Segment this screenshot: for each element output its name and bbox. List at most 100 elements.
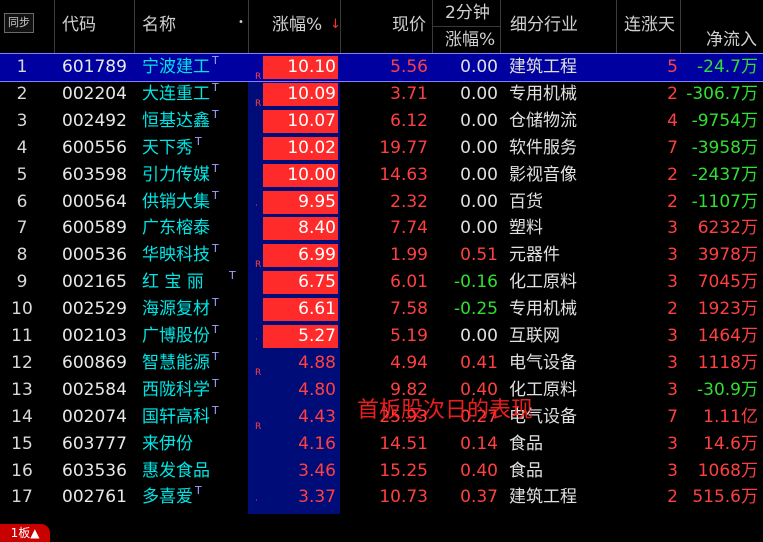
header-divider xyxy=(340,0,341,53)
table-row[interactable]: 1 601789 宁波建工 T R 10.10 5.56 0.00 建筑工程 5 -24.7万 xyxy=(0,53,763,82)
table-row[interactable]: 16 603536 惠发食品 3.46 15.25 0.40 食品 3 1068万 xyxy=(0,458,763,485)
table-row[interactable]: 9 002165 红 宝 丽 T 6.75 6.01 -0.16 化工原料 3 7045万 xyxy=(0,269,763,296)
stock-code[interactable]: 002103 xyxy=(62,323,127,350)
header-2min-bottom[interactable]: 涨幅% xyxy=(445,30,495,50)
industry: 互联网 xyxy=(509,326,560,346)
table-row[interactable]: 17 002761 多喜爱 T · 3.37 10.73 0.37 建筑工程 2 515.6万 xyxy=(0,484,763,511)
net-inflow: 6232万 xyxy=(697,218,758,239)
stock-name[interactable]: 红 宝 丽 xyxy=(142,269,204,296)
two-min-change: 0.00 xyxy=(460,110,498,131)
up-streak-days: 2 xyxy=(667,191,678,212)
change-pct: 3.46 xyxy=(298,460,336,481)
current-price: 14.63 xyxy=(379,164,428,185)
table-row[interactable]: 10 002529 海源复材 T 6.61 7.58 -0.25 专用机械 2 1923万 xyxy=(0,296,763,323)
stock-code[interactable]: 600556 xyxy=(62,135,127,162)
table-header: 同步 代码 名称 • 涨幅% ↓ 现价 2分钟 涨幅% 细分行业 连涨天 净流入 xyxy=(0,0,763,54)
table-row[interactable]: 12 600869 智慧能源 T R 4.88 4.94 0.41 电气设备 3 1118万 xyxy=(0,350,763,378)
change-pct: 3.37 xyxy=(298,487,336,508)
change-pct: 6.99 xyxy=(298,245,336,266)
industry: 建筑工程 xyxy=(509,57,577,77)
change-pct: 8.40 xyxy=(298,218,336,239)
stock-code[interactable]: 603598 xyxy=(62,162,127,189)
header-change-pct[interactable]: 涨幅% xyxy=(272,15,322,35)
stock-code[interactable]: 002165 xyxy=(62,269,127,296)
header-price[interactable]: 现价 xyxy=(392,15,426,35)
stock-code[interactable]: 002074 xyxy=(62,404,127,431)
tradable-badge: T xyxy=(212,349,219,363)
up-streak-days: 2 xyxy=(667,83,678,104)
stock-name[interactable]: 广博股份 xyxy=(142,323,210,350)
stock-name[interactable]: 天下秀 xyxy=(142,135,193,162)
stock-name[interactable]: 西陇科学 xyxy=(142,377,210,404)
stock-code[interactable]: 000564 xyxy=(62,189,127,216)
stock-code[interactable]: 603536 xyxy=(62,458,127,485)
stock-code[interactable]: 601789 xyxy=(62,54,127,81)
table-row[interactable]: 8 000536 华映科技 T R 6.99 1.99 0.51 元器件 3 3978万 xyxy=(0,242,763,270)
stock-code[interactable]: 002761 xyxy=(62,484,127,511)
header-2min-top[interactable]: 2分钟 xyxy=(445,3,490,23)
stock-name[interactable]: 广东榕泰 xyxy=(142,215,210,242)
tradable-badge: T xyxy=(212,161,219,175)
table-row[interactable]: 7 600589 广东榕泰 8.40 7.74 0.00 塑料 3 6232万 xyxy=(0,215,763,242)
header-industry[interactable]: 细分行业 xyxy=(510,15,578,35)
change-pct: 4.16 xyxy=(298,433,336,454)
stock-code[interactable]: 002584 xyxy=(62,377,127,404)
current-price: 5.56 xyxy=(390,57,428,77)
stock-name[interactable]: 华映科技 xyxy=(142,242,210,269)
net-inflow: 3978万 xyxy=(697,245,758,266)
header-net-inflow[interactable]: 净流入 xyxy=(706,30,757,50)
change-pct: 9.95 xyxy=(298,191,336,212)
net-inflow: 1068万 xyxy=(697,460,758,481)
stock-name[interactable]: 宁波建工 xyxy=(142,54,210,81)
stock-code[interactable]: 000536 xyxy=(62,242,127,269)
net-inflow: -1107万 xyxy=(691,191,758,212)
board-tab[interactable]: 1板▲ xyxy=(0,524,50,542)
stock-code[interactable]: 600869 xyxy=(62,350,127,377)
table-row[interactable]: 4 600556 天下秀 T 10.02 19.77 0.00 软件服务 7 -3958万 xyxy=(0,135,763,162)
table-row[interactable]: 3 002492 恒基达鑫 T 10.07 6.12 0.00 仓储物流 4 -9754万 xyxy=(0,108,763,135)
net-inflow: -24.7万 xyxy=(697,57,758,77)
stock-code[interactable]: 002492 xyxy=(62,108,127,135)
table-row[interactable]: 2 002204 大连重工 T R 10.09 3.71 0.00 专用机械 2 -306.7万 xyxy=(0,81,763,109)
net-inflow: -30.9万 xyxy=(697,379,758,400)
stock-name[interactable]: 智慧能源 xyxy=(142,350,210,377)
stock-name[interactable]: 来伊份 xyxy=(142,431,193,458)
stock-name[interactable]: 国轩高科 xyxy=(142,404,210,431)
net-inflow: 1464万 xyxy=(697,326,758,346)
change-pct: 4.88 xyxy=(298,352,336,373)
two-min-change: 0.51 xyxy=(460,245,498,266)
table-row[interactable]: 11 002103 广博股份 T · 5.27 5.19 0.00 互联网 3 1464万 xyxy=(0,323,763,350)
stock-code[interactable]: 603777 xyxy=(62,431,127,458)
stock-code[interactable]: 600589 xyxy=(62,215,127,242)
two-min-change: 0.00 xyxy=(460,83,498,104)
net-inflow: 1.11亿 xyxy=(703,406,758,427)
tradable-badge: T xyxy=(195,134,202,148)
row-index: 6 xyxy=(16,191,28,212)
header-name[interactable]: 名称 xyxy=(142,15,176,35)
row-index: 8 xyxy=(16,245,28,266)
stock-name[interactable]: 供销大集 xyxy=(142,189,210,216)
two-min-change: -0.16 xyxy=(454,272,498,293)
header-streak[interactable]: 连涨天 xyxy=(624,15,675,35)
stock-name[interactable]: 海源复材 xyxy=(142,296,210,323)
header-code[interactable]: 代码 xyxy=(62,15,96,35)
stock-code[interactable]: 002204 xyxy=(62,81,127,108)
stock-name[interactable]: 引力传媒 xyxy=(142,162,210,189)
table-row[interactable]: 6 000564 供销大集 T · 9.95 2.32 0.00 百货 2 -1107万 xyxy=(0,189,763,216)
table-row[interactable]: 5 603598 引力传媒 T 10.00 14.63 0.00 影视音像 2 -2437万 xyxy=(0,162,763,189)
table-row[interactable]: 15 603777 来伊份 4.16 14.51 0.14 食品 3 14.6万 xyxy=(0,431,763,458)
industry: 食品 xyxy=(509,433,543,454)
stock-name[interactable]: 大连重工 xyxy=(142,81,210,108)
two-min-change: 0.37 xyxy=(460,487,498,508)
two-min-change: -0.25 xyxy=(454,299,498,320)
stock-code[interactable]: 002529 xyxy=(62,296,127,323)
sync-button[interactable]: 同步 xyxy=(4,13,34,33)
stock-name[interactable]: 多喜爱 xyxy=(142,484,193,511)
industry: 专用机械 xyxy=(509,299,577,320)
net-inflow: 7045万 xyxy=(697,272,758,293)
change-pct: 10.00 xyxy=(287,164,336,185)
sort-dot-icon: • xyxy=(238,17,244,28)
current-price: 6.12 xyxy=(390,110,428,131)
row-index: 9 xyxy=(16,272,28,293)
two-min-change: 0.00 xyxy=(460,164,498,185)
